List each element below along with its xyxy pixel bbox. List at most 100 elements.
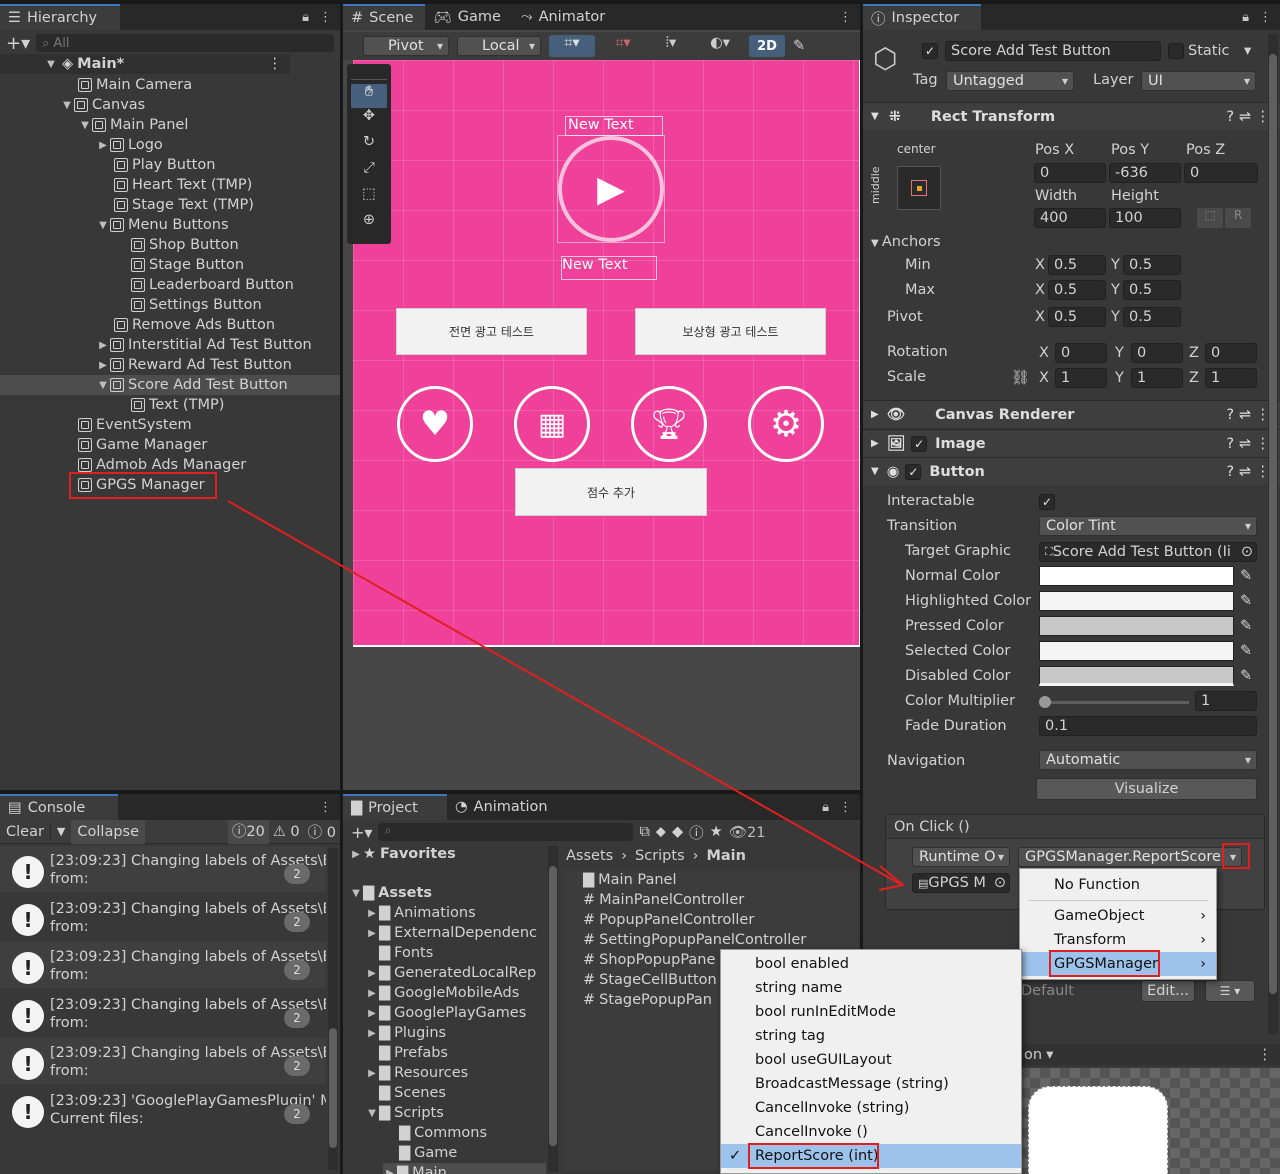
score-add-button[interactable]: 점수 추가 xyxy=(515,468,707,516)
shading-button[interactable]: ◐▾ xyxy=(699,35,741,57)
rotate-tool-icon[interactable]: ↻ xyxy=(351,134,387,160)
eyedropper-icon[interactable]: ✎ xyxy=(1240,643,1252,659)
tree-item[interactable]: ▼ Canvas xyxy=(60,95,145,115)
button-enabled-checkbox[interactable]: ✓ xyxy=(905,463,922,480)
normal-color-swatch[interactable] xyxy=(1039,566,1234,586)
transform-tool-icon[interactable]: ⊕ xyxy=(351,212,387,238)
heart-button[interactable]: ♥ xyxy=(397,386,473,462)
pivot-y-field[interactable]: 0.5 xyxy=(1123,307,1181,327)
tree-item[interactable]: Main Camera xyxy=(78,75,192,95)
error-filter-icon[interactable]: ⓘ xyxy=(689,822,704,843)
anchors-label[interactable]: ▼ Anchors xyxy=(871,234,941,250)
project-tree-scrollbar[interactable] xyxy=(548,846,558,1172)
interstitial-ad-button[interactable]: 전면 광고 테스트 xyxy=(396,308,587,355)
anchor-max-x-field[interactable]: 0.5 xyxy=(1048,280,1106,300)
inspector-scrollbar[interactable] xyxy=(1268,34,1278,1034)
transition-dropdown[interactable]: Color Tint xyxy=(1039,516,1257,536)
interactable-checkbox[interactable]: ✓ xyxy=(1039,494,1055,510)
tree-item[interactable]: Stage Button xyxy=(131,255,244,275)
mode-2d-button[interactable]: 2D xyxy=(749,35,785,57)
tree-item[interactable]: Remove Ads Button xyxy=(114,315,275,335)
anchor-min-y-field[interactable]: 0.5 xyxy=(1123,255,1181,275)
collapse-arrow-icon[interactable]: ▶ xyxy=(96,140,110,151)
tab-animator[interactable]: ⤳ Animator xyxy=(513,4,617,30)
tree-item[interactable]: Play Button xyxy=(114,155,215,175)
file-item[interactable]: # ShopPopupPane xyxy=(583,950,715,970)
reward-ad-button[interactable]: 보상형 광고 테스트 xyxy=(635,308,826,355)
hierarchy-search[interactable]: ⌕ All xyxy=(36,34,334,52)
increment-snap-button[interactable]: ⦙▾ xyxy=(651,35,691,57)
file-item[interactable]: # SettingPopupPanelController xyxy=(583,930,806,950)
add-icon[interactable]: +▾ xyxy=(351,823,372,842)
eyedropper-icon[interactable]: ✎ xyxy=(1240,618,1252,634)
function-dropdown[interactable]: GPGSManager.ReportScore xyxy=(1018,847,1242,867)
filter-type-icon[interactable]: ⧉ xyxy=(639,824,649,840)
more-icon[interactable]: ⋮ xyxy=(839,800,852,815)
tree-item[interactable]: Leaderboard Button xyxy=(131,275,294,295)
more-icon[interactable]: ⋮ xyxy=(319,800,332,815)
object-name-field[interactable]: Score Add Test Button xyxy=(945,41,1161,61)
leaderboard-button[interactable]: 🏆︎ xyxy=(631,386,707,462)
collapse-arrow-icon[interactable]: ▶ xyxy=(96,360,110,371)
tab-scene[interactable]: # Scene xyxy=(343,4,426,30)
grid-toggle-button[interactable]: ⌗▾ xyxy=(603,35,643,57)
lock-icon[interactable]: 🔒︎ xyxy=(1242,10,1249,25)
tab-console[interactable]: ▤ Console xyxy=(0,794,118,820)
image-enabled-checkbox[interactable]: ✓ xyxy=(911,435,928,452)
error-filter-button[interactable]: ⓘ20 xyxy=(227,819,269,844)
expand-arrow-icon[interactable]: ▼ xyxy=(96,380,110,391)
dropdown-icon[interactable]: ▾ xyxy=(1046,1047,1053,1063)
tree-item[interactable]: ▶ Interstitial Ad Test Button xyxy=(96,335,312,355)
settings-button[interactable]: ⚙ xyxy=(748,386,824,462)
tree-item-main[interactable]: ▼ ◈ Main* ⋮ xyxy=(0,54,290,74)
layer-dropdown[interactable]: UI xyxy=(1141,71,1256,91)
log-entry[interactable]: ! [23:09:23] Changing labels of Assets\E f… xyxy=(0,894,326,940)
favorites-item[interactable]: ▶ ★ Favorites xyxy=(349,844,456,864)
menu-item-method[interactable]: bool enabled xyxy=(721,952,1021,976)
pos-z-field[interactable]: 0 xyxy=(1184,163,1258,183)
more-icon[interactable]: ⋮ xyxy=(1258,1047,1273,1063)
menu-item-no-function[interactable]: No Function xyxy=(1020,873,1216,897)
default-dropdown[interactable]: Default xyxy=(1021,983,1074,999)
folder-item[interactable]: ▇ Scenes xyxy=(379,1083,446,1103)
assets-item[interactable]: ▼ ▇ Assets xyxy=(349,883,432,903)
rect-transform-header[interactable]: ▼ ⁜ Rect Transform ? ⇌ ⋮ xyxy=(863,102,1280,130)
menu-item-method[interactable]: bool useGUILayout xyxy=(721,1048,1021,1072)
runtime-dropdown[interactable]: Runtime O xyxy=(912,847,1010,867)
eyedropper-icon[interactable]: ✎ xyxy=(1240,593,1252,609)
scale-z-field[interactable]: 1 xyxy=(1205,368,1257,388)
collapse-button[interactable]: Collapse xyxy=(71,819,146,844)
tree-item[interactable]: Shop Button xyxy=(131,235,239,255)
pressed-color-swatch[interactable] xyxy=(1039,616,1234,636)
tree-item[interactable]: Settings Button xyxy=(131,295,262,315)
star-icon[interactable]: ★ xyxy=(710,824,723,840)
lock-icon[interactable]: 🔒︎ xyxy=(302,10,309,25)
file-item[interactable]: # StagePopupPan xyxy=(583,990,712,1010)
menu-item-method[interactable]: string name xyxy=(721,976,1021,1000)
fade-duration-field[interactable]: 0.1 xyxy=(1039,716,1257,736)
tree-item[interactable]: ▶ Logo xyxy=(96,135,163,155)
tree-item[interactable]: ▼ Menu Buttons xyxy=(96,215,228,235)
tab-animation[interactable]: ◔ Animation xyxy=(447,794,560,820)
play-button[interactable]: ▶ xyxy=(558,136,664,242)
more-icon[interactable]: ⋮ xyxy=(319,10,332,25)
menu-item-gameobject[interactable]: GameObject › xyxy=(1020,904,1216,928)
menu-item-method[interactable]: BroadcastMessage (string) xyxy=(721,1072,1021,1096)
eyedropper-icon[interactable]: ✎ xyxy=(1240,668,1252,684)
breadcrumb-scripts[interactable]: Scripts xyxy=(635,848,685,864)
folder-item[interactable]: ▶ ▇ Main xyxy=(383,1163,546,1174)
tree-item[interactable]: ▶ Reward Ad Test Button xyxy=(96,355,292,375)
file-item[interactable]: # MainPanelController xyxy=(583,890,744,910)
scale-x-field[interactable]: 1 xyxy=(1055,368,1107,388)
component-icons[interactable]: ? ⇌ ⋮ xyxy=(1226,109,1270,125)
folder-item[interactable]: ▇ Game xyxy=(399,1143,457,1163)
lock-icon[interactable]: 🔒︎ xyxy=(822,800,829,815)
filter-label-icon[interactable]: ⬥ xyxy=(656,824,666,840)
pivot-dropdown[interactable]: Pivot xyxy=(363,36,449,56)
component-icons[interactable]: ? ⇌ ⋮ xyxy=(1226,407,1270,423)
file-item[interactable]: ▇ Main Panel xyxy=(583,870,677,890)
lighting-icon[interactable]: ✎ xyxy=(793,38,805,54)
static-checkbox[interactable] xyxy=(1168,43,1184,59)
disabled-color-swatch[interactable] xyxy=(1039,666,1234,686)
warning-filter-button[interactable]: ⚠ 0 xyxy=(269,824,304,840)
